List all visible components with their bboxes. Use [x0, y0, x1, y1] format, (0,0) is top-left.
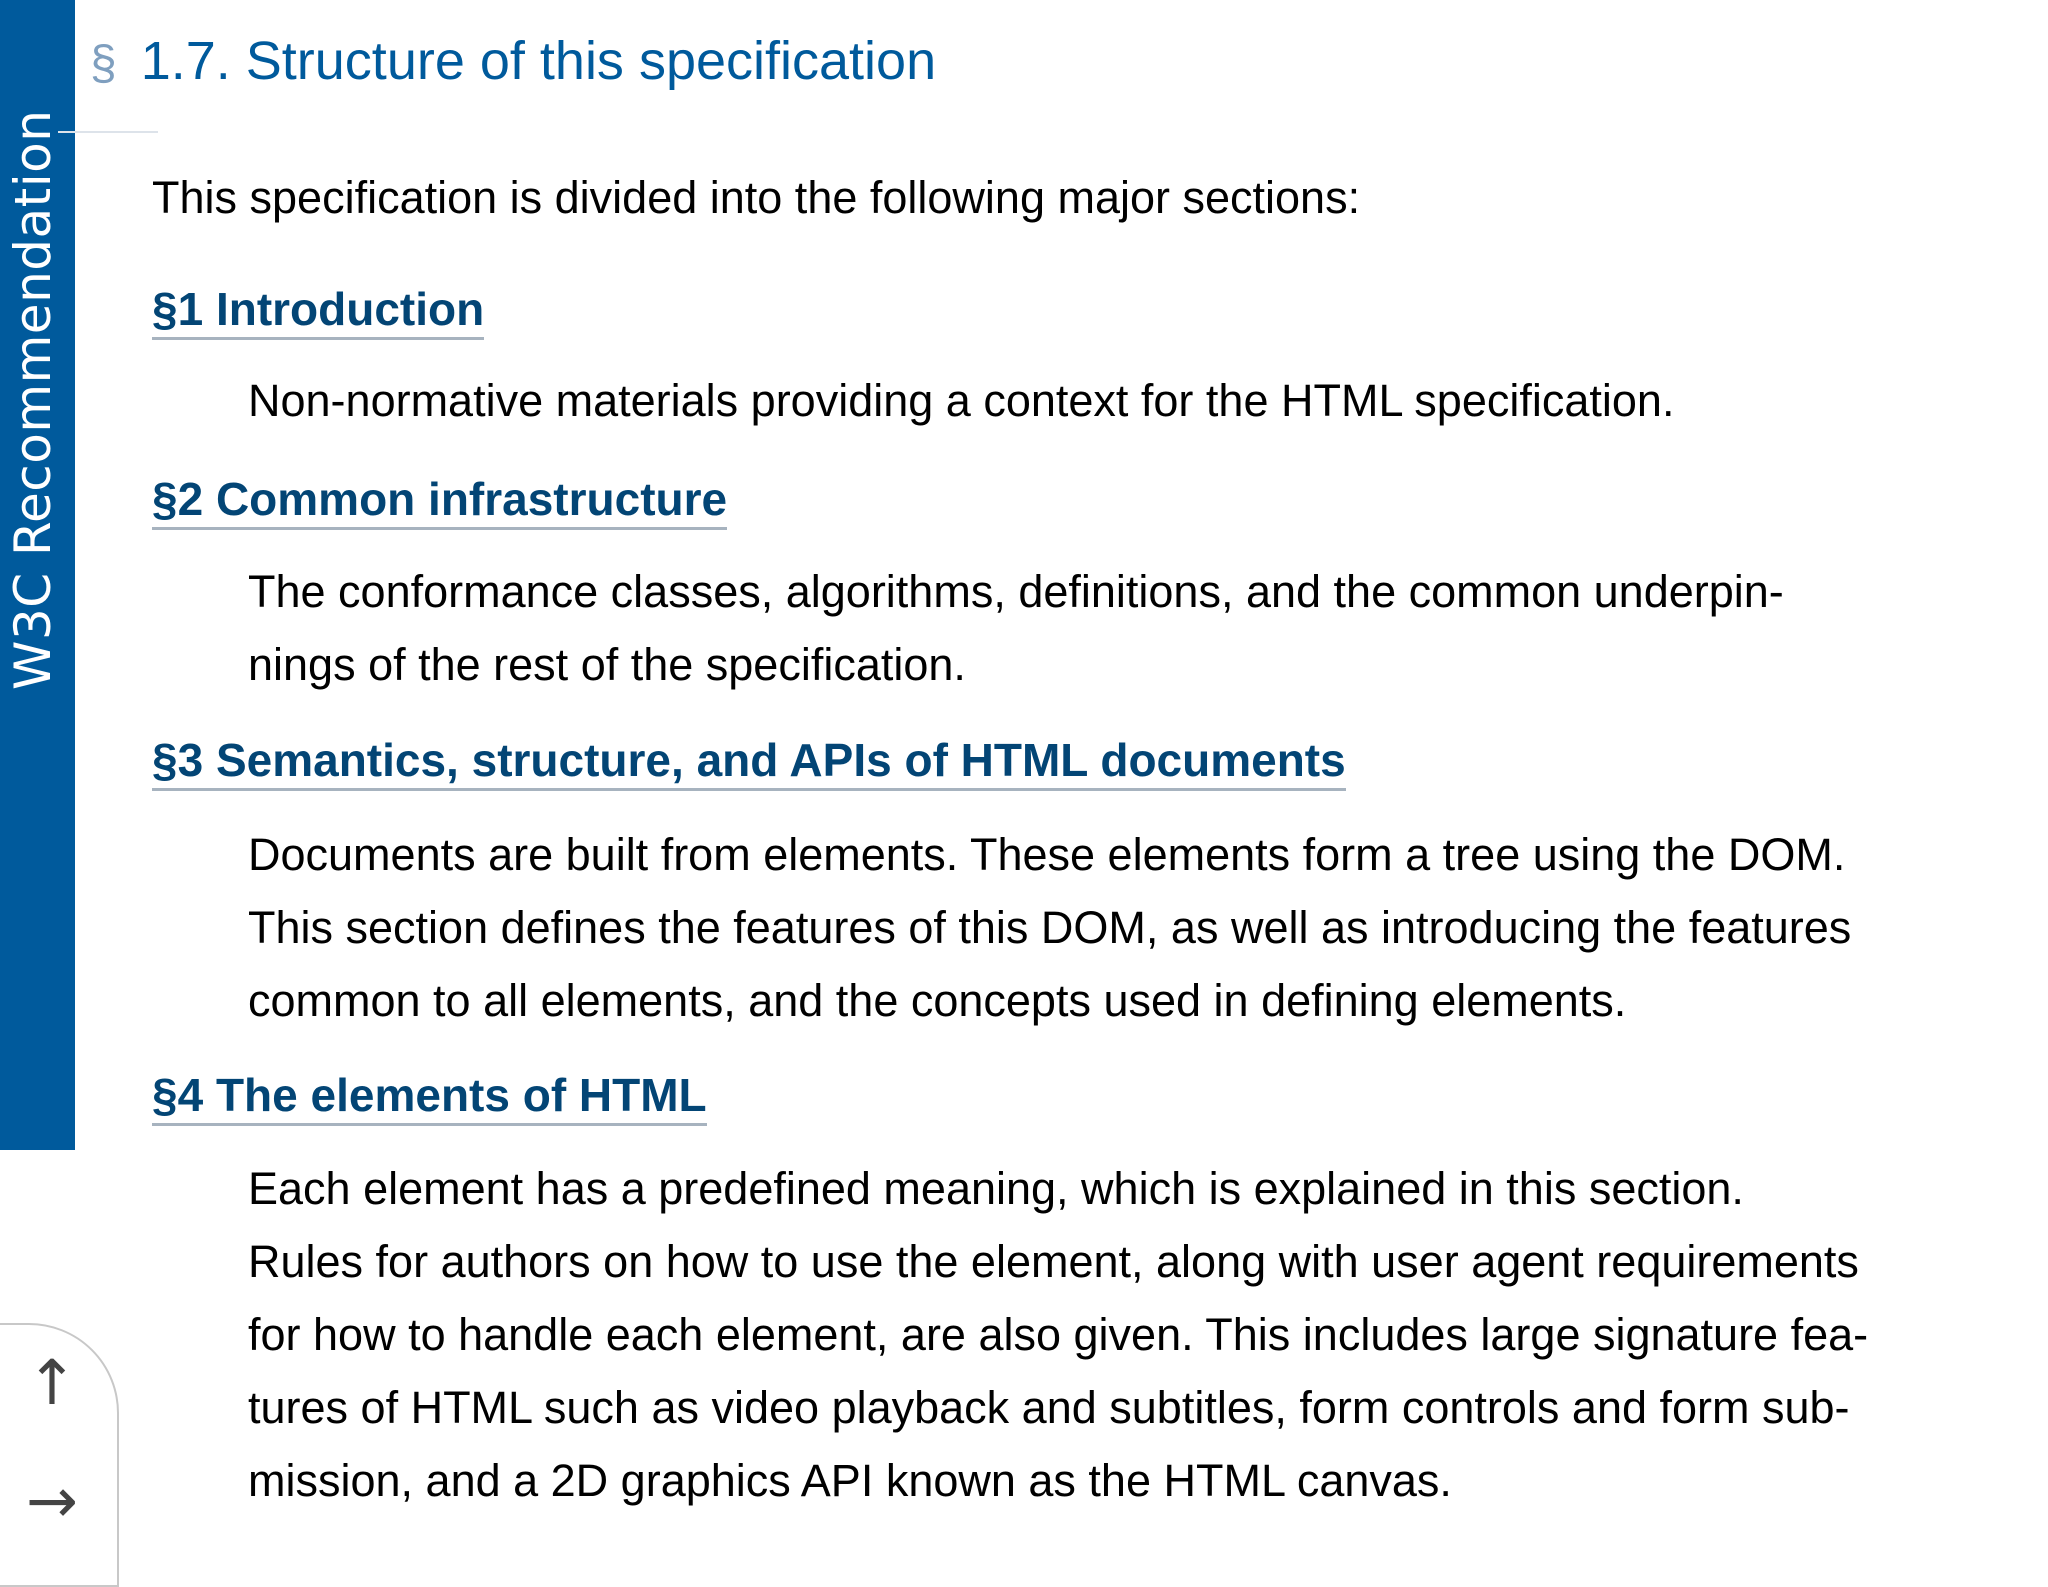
desc-line: for how to handle each element, are also…	[248, 1309, 1869, 1360]
intro-paragraph: This specification is divided into the f…	[152, 172, 1361, 223]
desc-line: Rules for authors on how to use the elem…	[248, 1236, 1859, 1287]
desc-line: This section defines the features of thi…	[248, 902, 1852, 953]
link-introduction[interactable]: §1 Introduction	[152, 284, 485, 340]
desc-line: common to all elements, and the concepts…	[248, 975, 1627, 1026]
section-title: 1.7. Structure of this specification	[140, 31, 937, 91]
desc-line: mission, and a 2D graphics API known as …	[248, 1455, 1452, 1506]
desc-common-infrastructure: The conformance classes, algorithms, def…	[248, 555, 2008, 701]
desc-line: nings of the rest of the specification.	[248, 639, 966, 690]
desc-line: The conformance classes, algorithms, def…	[248, 566, 1784, 617]
section-selflink[interactable]: §	[90, 37, 117, 90]
desc-line: Each element has a predefined meaning, w…	[248, 1163, 1744, 1214]
link-elements-of-html[interactable]: §4 The elements of HTML	[152, 1070, 707, 1126]
desc-line: Documents are built from elements. These…	[248, 829, 1846, 880]
section-heading: § 1.7. Structure of this specification	[90, 30, 936, 92]
desc-introduction: Non-normative materials providing a cont…	[248, 364, 2008, 437]
link-common-infrastructure[interactable]: §2 Common infrastructure	[152, 474, 728, 530]
right-arrow-icon[interactable]: →	[26, 1470, 78, 1532]
heading-rule	[58, 131, 158, 133]
desc-line: tures of HTML such as video playback and…	[248, 1382, 1850, 1433]
link-semantics-structure-apis[interactable]: §3 Semantics, structure, and APIs of HTM…	[152, 735, 1346, 791]
desc-elements-of-html: Each element has a predefined meaning, w…	[248, 1152, 2008, 1517]
desc-line: Non-normative materials providing a cont…	[248, 375, 1675, 426]
w3c-sidebar[interactable]: W3C Recommendation	[0, 0, 75, 1150]
sidebar-label: W3C Recommendation	[4, 109, 62, 690]
desc-semantics-structure-apis: Documents are built from elements. These…	[248, 818, 2008, 1037]
up-arrow-icon[interactable]: ↑	[26, 1352, 78, 1414]
